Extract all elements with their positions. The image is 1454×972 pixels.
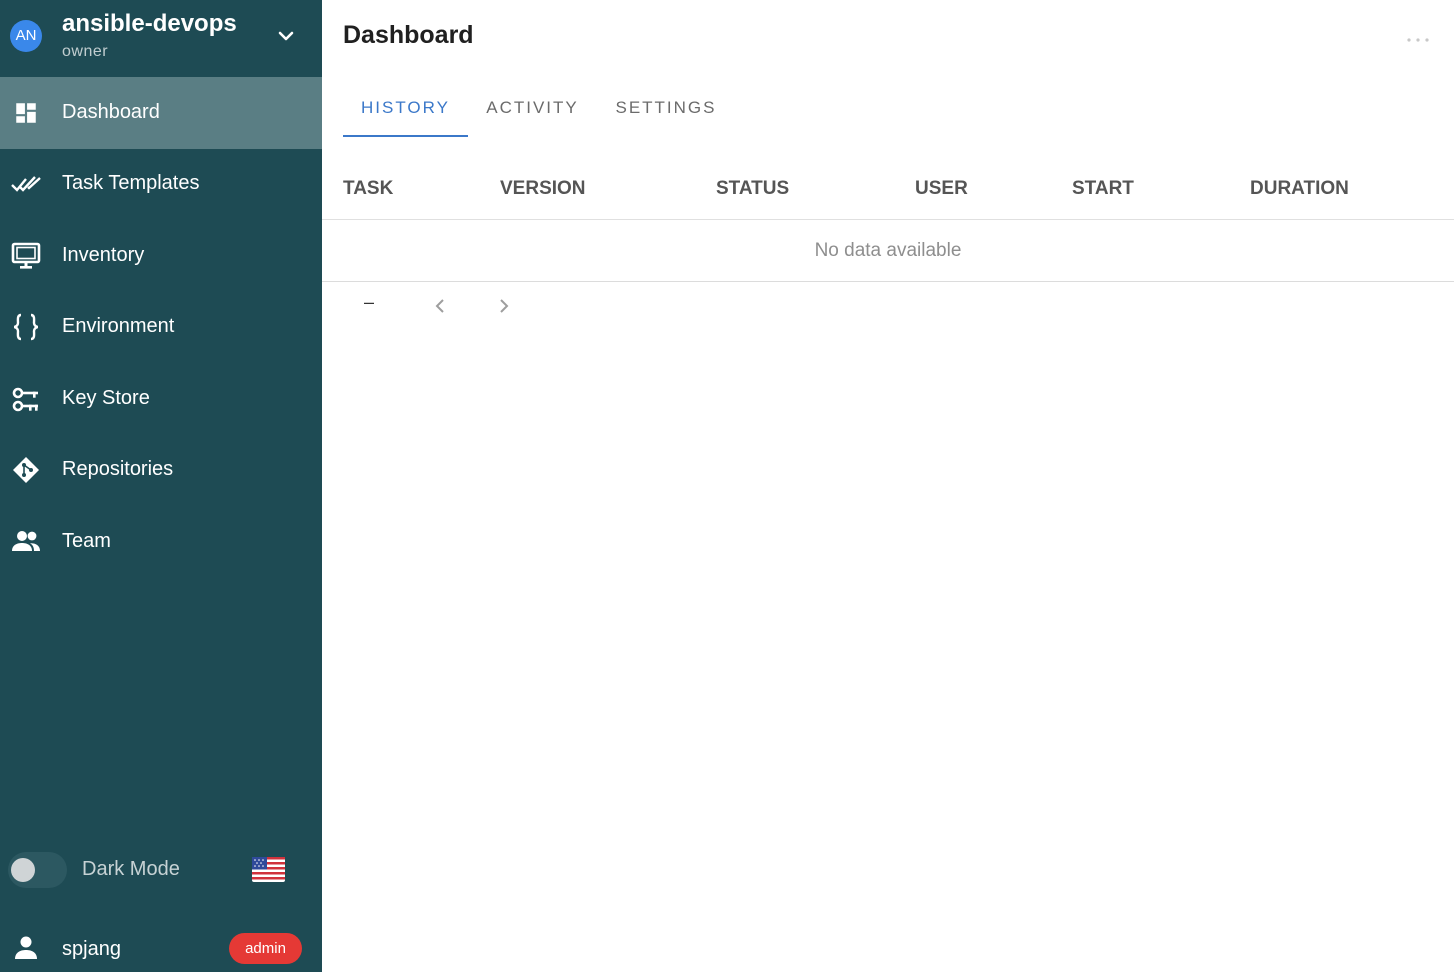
account-multiple-icon: [10, 528, 42, 556]
chevron-down-icon[interactable]: [274, 24, 298, 48]
project-role: owner: [62, 43, 109, 60]
chevron-left-icon[interactable]: [428, 294, 452, 318]
sidebar-item-environment[interactable]: Environment: [0, 291, 322, 363]
column-header-start[interactable]: START: [1072, 178, 1134, 200]
tab-settings[interactable]: SETTINGS: [602, 78, 730, 138]
dashboard-icon: [10, 99, 42, 127]
account-icon: [15, 936, 37, 959]
sidebar-item-repositories[interactable]: Repositories: [0, 434, 322, 506]
done-all-icon: [10, 170, 42, 198]
page-title: Dashboard: [343, 21, 474, 49]
project-name: ansible-devops: [62, 10, 237, 37]
column-header-status[interactable]: STATUS: [716, 178, 789, 200]
sidebar-item-label: Key Store: [62, 387, 150, 409]
tab-activity[interactable]: ACTIVITY: [481, 78, 584, 138]
tab-active-indicator: [343, 135, 468, 137]
column-header-user[interactable]: USER: [915, 178, 968, 200]
git-icon: [10, 456, 42, 484]
more-horizontal-icon[interactable]: [1404, 30, 1432, 50]
dark-mode-label: Dark Mode: [82, 858, 180, 880]
project-avatar: AN: [10, 20, 42, 52]
pagination-range: –: [364, 292, 375, 312]
chevron-right-icon[interactable]: [492, 294, 516, 318]
user-name: spjang: [62, 938, 121, 960]
us-flag-icon[interactable]: [252, 857, 285, 882]
sidebar: AN ansible-devops owner Dashboard Task T…: [0, 0, 322, 972]
sidebar-item-key-store[interactable]: Key Store: [0, 363, 322, 435]
sidebar-item-label: Inventory: [62, 244, 145, 266]
code-braces-icon: [10, 313, 42, 341]
table-header: TASK VERSION STATUS USER START DURATION: [322, 158, 1454, 220]
column-header-version[interactable]: VERSION: [500, 178, 586, 200]
sidebar-item-label: Team: [62, 530, 111, 552]
sidebar-item-label: Task Templates: [62, 172, 200, 194]
sidebar-item-dashboard[interactable]: Dashboard: [0, 77, 322, 149]
empty-table-message: No data available: [322, 221, 1454, 282]
admin-badge: admin: [229, 933, 302, 964]
sidebar-item-label: Repositories: [62, 458, 174, 480]
toggle-knob: [11, 858, 35, 882]
monitor-icon: [10, 242, 42, 270]
dark-mode-row: Dark Mode: [0, 840, 322, 900]
tab-history[interactable]: HISTORY: [343, 78, 468, 138]
project-switcher[interactable]: AN ansible-devops owner: [0, 0, 322, 77]
column-header-task[interactable]: TASK: [343, 178, 393, 200]
user-row[interactable]: spjang admin: [0, 920, 322, 972]
sidebar-item-label: Environment: [62, 315, 175, 337]
sidebar-item-inventory[interactable]: Inventory: [0, 220, 322, 292]
main-content: Dashboard HISTORY ACTIVITY SETTINGS TASK…: [322, 0, 1454, 972]
sidebar-item-task-templates[interactable]: Task Templates: [0, 148, 322, 220]
sidebar-item-label: Dashboard: [62, 101, 160, 123]
dark-mode-toggle[interactable]: [8, 852, 67, 888]
pagination: –: [322, 290, 622, 322]
column-header-duration[interactable]: DURATION: [1250, 178, 1349, 200]
key-change-icon: [10, 385, 42, 413]
sidebar-item-team[interactable]: Team: [0, 506, 322, 578]
